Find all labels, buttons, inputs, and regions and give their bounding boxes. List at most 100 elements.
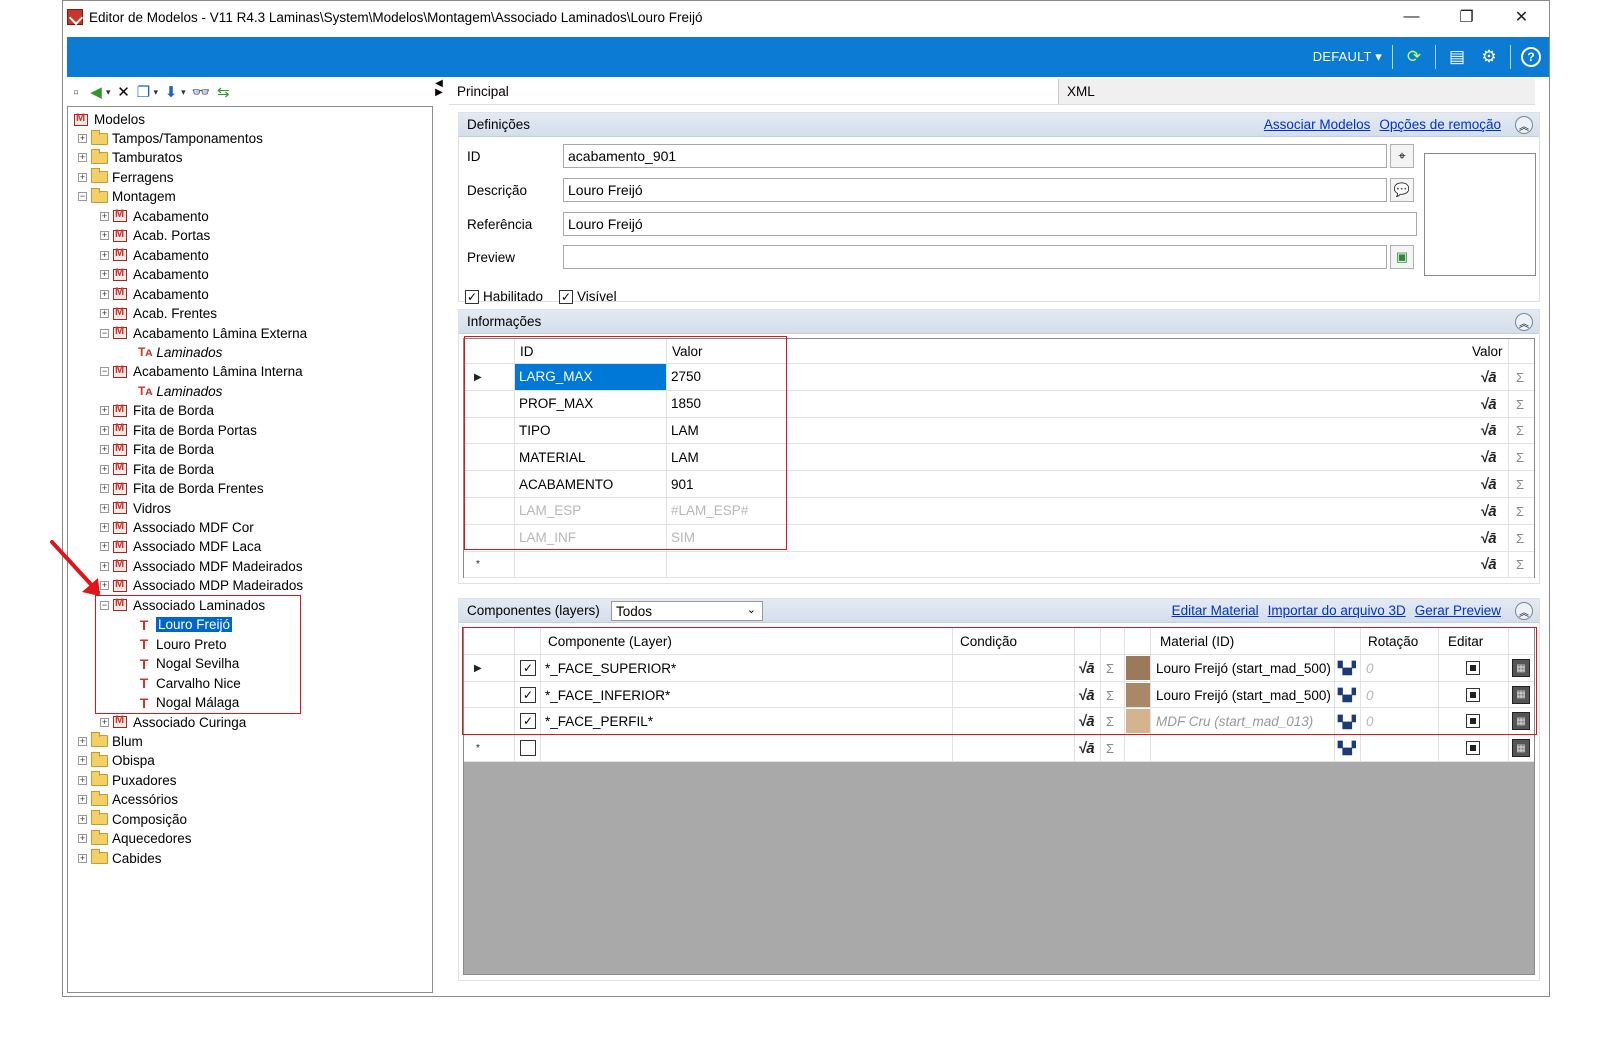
tree-item[interactable]: + Acab. Portas	[100, 226, 210, 245]
image-browse-icon[interactable]: ▣	[1390, 245, 1414, 269]
delete-icon[interactable]: ✕	[117, 82, 131, 102]
tree-item[interactable]: + Associado Curinga	[100, 713, 246, 732]
search-material-icon[interactable]: ▚▞	[1334, 735, 1356, 762]
tree-item[interactable]: − Acabamento Lâmina Externa	[100, 324, 307, 343]
tree-item[interactable]: +Associado MDF Madeirados	[100, 557, 303, 576]
formula-icon[interactable]: √ā	[1476, 498, 1497, 525]
expand-icon[interactable]: +	[100, 425, 109, 435]
tree-root[interactable]: Modelos	[74, 110, 145, 129]
preview-field[interactable]	[563, 245, 1387, 269]
collapse-tree-icon[interactable]: −	[100, 328, 109, 338]
help-icon[interactable]: ?	[1521, 47, 1541, 67]
back-dropdown-icon[interactable]: ▾	[106, 87, 111, 98]
move-down-icon[interactable]: ⬇	[164, 82, 178, 102]
tree-item[interactable]: + Tampos/Tamponamentos	[78, 129, 263, 148]
expand-icon[interactable]: +	[78, 814, 87, 824]
tree-item[interactable]: + Fita de Borda	[100, 401, 214, 420]
panel-splitter[interactable]: ◀ ▶	[433, 79, 445, 99]
collapse-tree-icon[interactable]: −	[100, 367, 109, 377]
expand-icon[interactable]: +	[100, 250, 109, 260]
collapse-icon[interactable]: ︽	[1515, 116, 1533, 134]
comment-icon[interactable]: 💬	[1390, 178, 1414, 202]
tree-item[interactable]: + Acabamento	[100, 246, 209, 265]
expand-icon[interactable]: +	[78, 853, 87, 863]
sum-icon[interactable]: Σ	[1512, 525, 1524, 552]
sum-icon[interactable]: Σ	[1512, 552, 1524, 579]
expand-icon[interactable]: +	[100, 445, 109, 455]
expand-icon[interactable]: +	[78, 172, 87, 182]
col-header-valor-right[interactable]: Valor	[1468, 339, 1508, 363]
expand-icon[interactable]: +	[100, 717, 109, 727]
expand-icon[interactable]: +	[78, 775, 87, 785]
formula-icon[interactable]: √ā	[1476, 444, 1497, 471]
habilitado-checkbox[interactable]: ✓ Habilitado	[465, 289, 543, 304]
tree-item[interactable]: + Fita de Borda Frentes	[100, 479, 264, 498]
expand-icon[interactable]: +	[100, 523, 109, 532]
sum-icon[interactable]: Σ	[1512, 444, 1524, 471]
layer-checkbox[interactable]	[520, 740, 536, 757]
tree-item[interactable]: + Aquecedores	[78, 829, 192, 848]
tree-item[interactable]: + Composição	[78, 810, 187, 829]
sum-icon[interactable]: Σ	[1512, 391, 1524, 418]
tree-item[interactable]: − Montagem	[78, 187, 176, 206]
importar-3d-link[interactable]: Importar do arquivo 3D	[1268, 603, 1406, 618]
tree-item[interactable]: Tᴀ Laminados	[124, 382, 222, 401]
tree-item[interactable]: + Fita de Borda Portas	[100, 421, 257, 440]
tree-item[interactable]: + Puxadores	[78, 771, 177, 790]
associar-modelos-link[interactable]: Associar Modelos	[1264, 117, 1371, 132]
expand-icon[interactable]: +	[100, 231, 109, 241]
tree-item[interactable]: + Fita de Borda	[100, 440, 214, 459]
sum-icon[interactable]: Σ	[1512, 364, 1524, 391]
tree-item[interactable]: + Acessórios	[78, 790, 178, 809]
layer-preview-icon[interactable]: ▦	[1512, 739, 1530, 758]
move-dropdown-icon[interactable]: ▾	[181, 87, 186, 98]
tree-item[interactable]: + Obispa	[78, 751, 155, 770]
close-button[interactable]: ✕	[1494, 1, 1549, 33]
settings-icon[interactable]: ⚙	[1478, 46, 1500, 68]
tree-item[interactable]: + Vidros	[100, 499, 171, 518]
referencia-field[interactable]: Louro Freijó	[563, 212, 1417, 236]
formula-icon[interactable]: √ā	[1476, 364, 1497, 391]
visivel-checkbox[interactable]: ✓ Visível	[559, 289, 617, 304]
find-binoculars-icon[interactable]: 👓	[192, 82, 211, 102]
formula-icon[interactable]: √ā	[1476, 391, 1497, 418]
descricao-field[interactable]: Louro Freijó	[563, 178, 1387, 202]
formula-icon[interactable]: √ā	[1476, 525, 1497, 552]
tree-item[interactable]: +Associado MDP Madeirados	[100, 576, 303, 595]
layer-filter-select[interactable]: Todos ⌄	[611, 601, 763, 621]
sum-icon[interactable]: Σ	[1102, 735, 1114, 762]
expand-icon[interactable]: +	[100, 289, 109, 299]
import-icon[interactable]: ⇆	[216, 82, 230, 102]
copy-dropdown-icon[interactable]: ▾	[154, 87, 159, 98]
tree-item[interactable]: + Blum	[78, 732, 143, 751]
tree-item[interactable]: + Cabides	[78, 849, 162, 868]
expand-icon[interactable]: +	[78, 134, 87, 143]
expand-icon[interactable]: +	[78, 795, 87, 805]
id-picker-icon[interactable]: ⌖	[1390, 144, 1414, 168]
collapse-tree-icon[interactable]: −	[78, 192, 87, 202]
expand-icon[interactable]: +	[100, 406, 109, 416]
expand-icon[interactable]: +	[100, 270, 109, 280]
minimize-button[interactable]: —	[1384, 1, 1439, 33]
id-field[interactable]: acabamento_901	[563, 144, 1387, 168]
tab-xml[interactable]: XML	[1059, 79, 1535, 105]
tree-item[interactable]: + Associado MDF Cor	[100, 518, 254, 537]
edit-icon[interactable]	[1466, 741, 1480, 756]
expand-icon[interactable]: +	[100, 211, 109, 221]
editar-material-link[interactable]: Editar Material	[1172, 603, 1259, 618]
expand-icon[interactable]: +	[78, 834, 87, 844]
expand-icon[interactable]: +	[100, 484, 109, 494]
tree-item[interactable]: + Acabamento	[100, 265, 209, 284]
tree-item[interactable]: + Acabamento	[100, 285, 209, 304]
profile-dropdown[interactable]: DEFAULT ▾	[1313, 49, 1382, 65]
expand-icon[interactable]: +	[100, 503, 109, 513]
tree-item[interactable]: + Tamburatos	[78, 148, 183, 167]
tab-principal[interactable]: Principal	[449, 79, 1059, 105]
tree-item[interactable]: + Acab. Frentes	[100, 304, 217, 323]
tree-item[interactable]: − Acabamento Lâmina Interna	[100, 362, 303, 381]
expand-icon[interactable]: +	[100, 464, 109, 474]
new-document-icon[interactable]: ▫	[69, 82, 83, 102]
expand-icon[interactable]: +	[78, 736, 87, 746]
gerar-preview-link[interactable]: Gerar Preview	[1415, 603, 1501, 618]
refresh-icon[interactable]: ⟳	[1403, 46, 1425, 68]
